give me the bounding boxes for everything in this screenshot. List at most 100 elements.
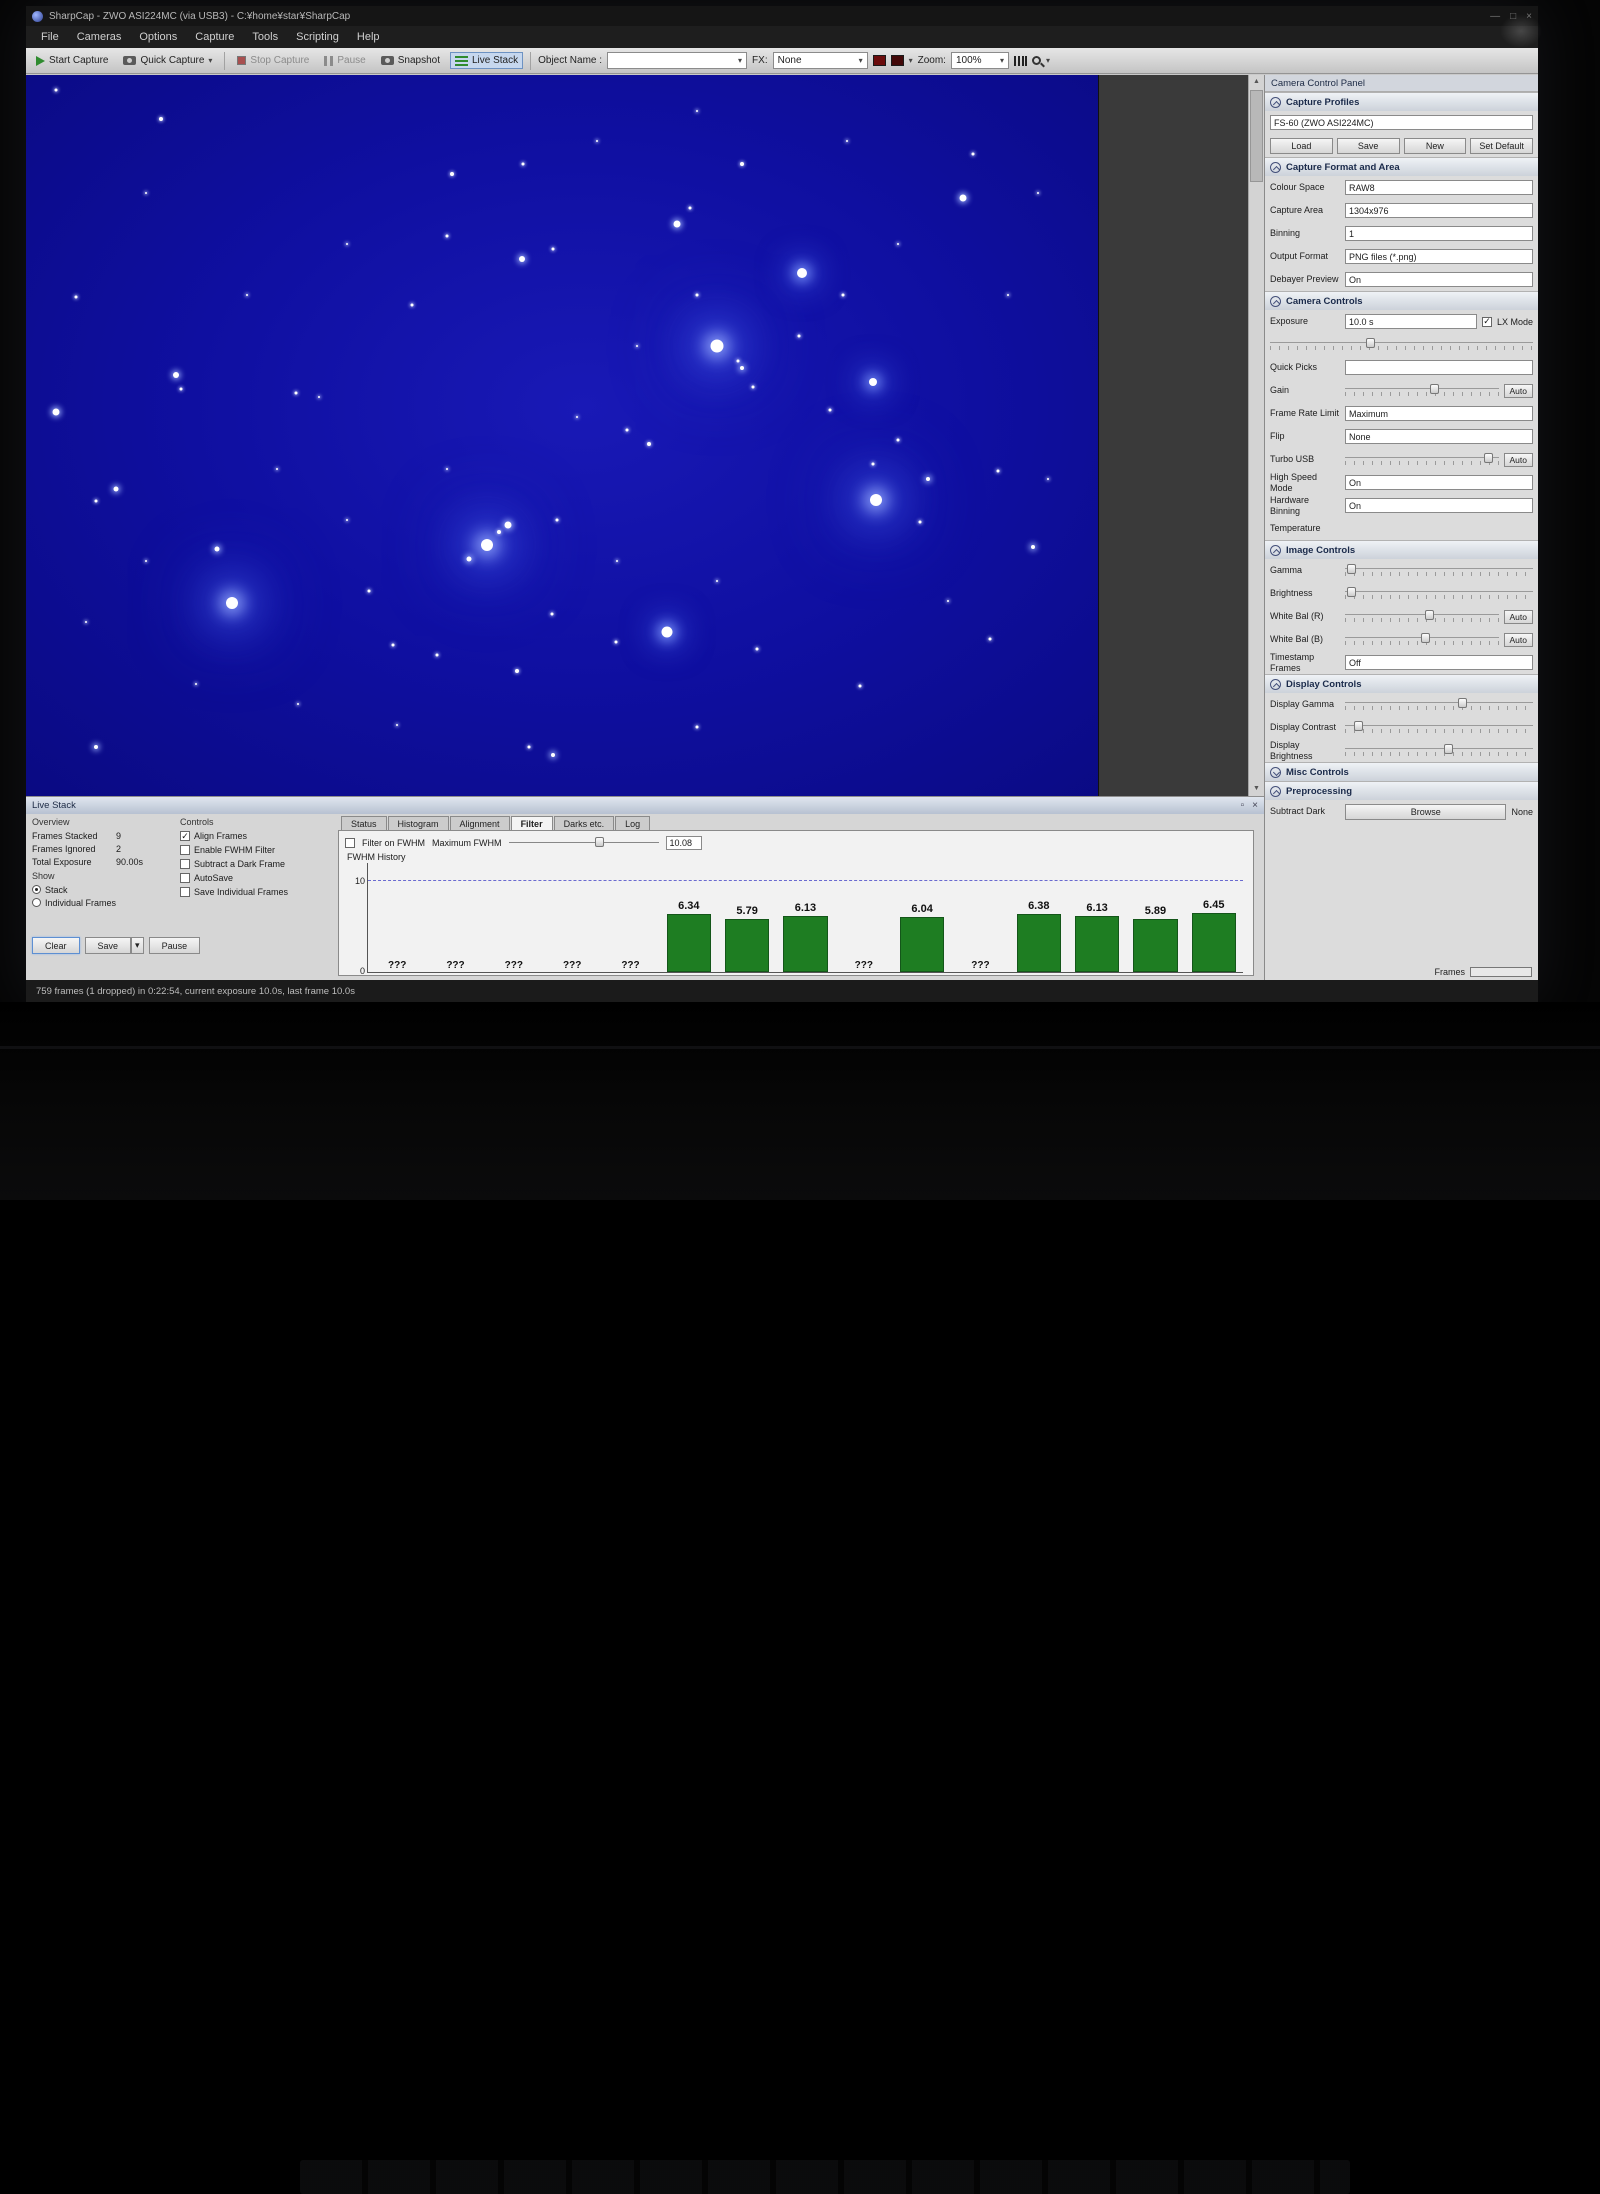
- live-image-starfield[interactable]: [26, 75, 1098, 796]
- maximize-icon[interactable]: □: [1510, 11, 1516, 22]
- exposure-input[interactable]: 10.0 s: [1345, 314, 1477, 329]
- section-header-capture-profiles[interactable]: Capture Profiles: [1265, 92, 1538, 111]
- save-dropdown-button[interactable]: ▾: [131, 937, 144, 954]
- pin-icon[interactable]: ▫: [1241, 800, 1245, 811]
- maximum-fwhm-value[interactable]: 10.08: [665, 835, 702, 850]
- white-bal-r-auto-button[interactable]: Auto: [1503, 609, 1533, 624]
- fx-select[interactable]: None ▾: [772, 52, 868, 69]
- high-speed-mode-value[interactable]: On: [1345, 475, 1533, 490]
- histogram-icon[interactable]: [1013, 55, 1027, 66]
- tab-alignment[interactable]: Alignment: [449, 816, 510, 831]
- maximum-fwhm-slider[interactable]: [508, 837, 659, 847]
- close-icon[interactable]: ×: [1526, 11, 1532, 22]
- menu-capture[interactable]: Capture: [186, 29, 243, 45]
- section-header-camera-controls[interactable]: Camera Controls: [1265, 291, 1538, 310]
- slider-thumb[interactable]: [1444, 744, 1454, 754]
- slider-thumb[interactable]: [1430, 384, 1440, 394]
- quick-picks-value[interactable]: [1345, 360, 1533, 375]
- slider-thumb[interactable]: [1346, 564, 1356, 574]
- save-button[interactable]: Save: [84, 937, 132, 954]
- frame-rate-limit-value[interactable]: Maximum: [1345, 406, 1533, 421]
- tab-darks-etc[interactable]: Darks etc.: [553, 816, 615, 831]
- exposure-slider[interactable]: [1270, 338, 1533, 350]
- quick-capture-button[interactable]: Quick Capture ▾: [118, 52, 217, 69]
- control-save-individual-frames[interactable]: Save Individual Frames: [180, 885, 334, 899]
- chevron-up-icon[interactable]: [1270, 96, 1281, 108]
- save-button[interactable]: Save: [1336, 137, 1400, 154]
- display-contrast-slider[interactable]: [1345, 721, 1533, 733]
- section-header-preprocessing[interactable]: Preprocessing: [1265, 781, 1538, 800]
- browse-button[interactable]: Browse: [1345, 803, 1507, 820]
- slider-thumb[interactable]: [1420, 633, 1430, 643]
- control-subtract-a-dark-frame[interactable]: Subtract a Dark Frame: [180, 857, 334, 871]
- radio-individual-frames[interactable]: Individual Frames: [32, 896, 176, 909]
- timestamp-frames-value[interactable]: Off: [1345, 655, 1533, 670]
- color-swatch-2[interactable]: [890, 55, 904, 66]
- radio-stack[interactable]: Stack: [32, 883, 176, 896]
- chevron-up-icon[interactable]: [1270, 295, 1281, 307]
- capture-profile-input[interactable]: FS-60 (ZWO ASI224MC): [1270, 115, 1533, 130]
- tab-log[interactable]: Log: [615, 816, 651, 831]
- gain-slider[interactable]: [1345, 384, 1499, 396]
- flip-value[interactable]: None: [1345, 429, 1533, 444]
- checkbox-icon[interactable]: ✓: [180, 831, 190, 841]
- clear-button[interactable]: Clear: [32, 937, 80, 954]
- start-capture-button[interactable]: Start Capture: [31, 52, 113, 69]
- stop-capture-button[interactable]: Stop Capture: [232, 52, 314, 69]
- close-icon[interactable]: ×: [1252, 800, 1258, 811]
- set-default-button[interactable]: Set Default: [1470, 137, 1533, 154]
- display-brightness-slider[interactable]: [1345, 744, 1533, 756]
- live-stack-button[interactable]: Live Stack: [449, 52, 524, 69]
- vertical-scrollbar[interactable]: ▲ ▼: [1248, 75, 1264, 796]
- checkbox-icon[interactable]: [180, 873, 190, 883]
- object-name-input[interactable]: ▾: [607, 52, 748, 69]
- section-header-capture-format-and-area[interactable]: Capture Format and Area: [1265, 157, 1538, 176]
- white-bal-r-slider[interactable]: [1345, 610, 1499, 622]
- capture-area-value[interactable]: 1304x976: [1345, 203, 1533, 218]
- slider-thumb[interactable]: [1354, 721, 1364, 731]
- colour-space-value[interactable]: RAW8: [1345, 180, 1533, 195]
- menu-cameras[interactable]: Cameras: [68, 29, 131, 45]
- minimize-icon[interactable]: —: [1490, 11, 1500, 22]
- menu-help[interactable]: Help: [348, 29, 389, 45]
- chevron-up-icon[interactable]: [1270, 785, 1281, 797]
- radio-icon[interactable]: [32, 885, 41, 894]
- zoom-select[interactable]: 100% ▾: [950, 52, 1009, 69]
- section-header-image-controls[interactable]: Image Controls: [1265, 540, 1538, 559]
- slider-thumb[interactable]: [1483, 453, 1493, 463]
- chevron-up-icon[interactable]: [1270, 161, 1281, 173]
- pause-button[interactable]: Pause: [319, 52, 370, 69]
- radio-icon[interactable]: [32, 898, 41, 907]
- control-enable-fwhm-filter[interactable]: Enable FWHM Filter: [180, 843, 334, 857]
- checkbox-icon[interactable]: [180, 887, 190, 897]
- scroll-up-icon[interactable]: ▲: [1249, 75, 1264, 89]
- gain-auto-button[interactable]: Auto: [1503, 383, 1533, 398]
- turbo-usb-slider[interactable]: [1345, 453, 1499, 465]
- slider-thumb[interactable]: [594, 837, 604, 847]
- scroll-down-icon[interactable]: ▼: [1249, 782, 1264, 796]
- control-align-frames[interactable]: ✓ Align Frames: [180, 829, 334, 843]
- lx-mode-checkbox[interactable]: ✓: [1481, 316, 1492, 327]
- gamma-slider[interactable]: [1345, 564, 1533, 576]
- menu-tools[interactable]: Tools: [243, 29, 287, 45]
- new-button[interactable]: New: [1403, 137, 1467, 154]
- color-swatch-1[interactable]: [872, 55, 886, 66]
- menu-file[interactable]: File: [32, 29, 68, 45]
- chevron-up-icon[interactable]: [1270, 544, 1281, 556]
- menu-options[interactable]: Options: [130, 29, 186, 45]
- turbo-usb-auto-button[interactable]: Auto: [1503, 452, 1533, 467]
- chevron-down-icon[interactable]: [1270, 766, 1281, 778]
- output-format-value[interactable]: PNG files (*.png): [1345, 249, 1533, 264]
- snapshot-button[interactable]: Snapshot: [376, 52, 445, 69]
- checkbox-icon[interactable]: [180, 845, 190, 855]
- display-gamma-slider[interactable]: [1345, 698, 1533, 710]
- slider-thumb[interactable]: [1346, 587, 1356, 597]
- debayer-preview-value[interactable]: On: [1345, 272, 1533, 287]
- magnifier-icon[interactable]: [1031, 56, 1041, 65]
- white-bal-b-auto-button[interactable]: Auto: [1503, 632, 1533, 647]
- tab-histogram[interactable]: Histogram: [387, 816, 449, 831]
- hardware-binning-value[interactable]: On: [1345, 498, 1533, 513]
- scrollbar-thumb[interactable]: [1250, 90, 1263, 182]
- section-header-misc-controls[interactable]: Misc Controls: [1265, 762, 1538, 781]
- control-autosave[interactable]: AutoSave: [180, 871, 334, 885]
